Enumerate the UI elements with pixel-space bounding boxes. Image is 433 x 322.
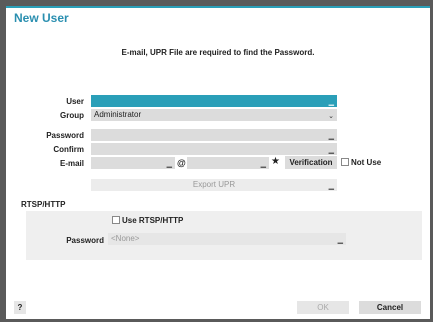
use-rtsp-checkbox[interactable]: Use RTSP/HTTP <box>112 216 183 225</box>
field-caret-icon: ▁ <box>166 161 172 168</box>
cancel-button[interactable]: Cancel <box>359 301 421 314</box>
rtsp-section-title: RTSP/HTTP <box>21 200 66 209</box>
field-caret-icon: ▁ <box>328 183 334 190</box>
confirm-input[interactable]: ▁ <box>91 143 337 155</box>
email-at-sign: @ <box>177 158 186 168</box>
password-input[interactable]: ▁ <box>91 129 337 141</box>
dialog-title: New User <box>14 11 69 25</box>
email-domain-star-icon[interactable]: ★ <box>271 156 280 167</box>
user-input[interactable]: ▁ <box>91 95 337 107</box>
export-upr-button[interactable]: Export UPR ▁ <box>91 179 337 191</box>
help-button[interactable]: ? <box>14 301 26 314</box>
group-value: Administrator <box>94 110 142 119</box>
user-label: User <box>66 97 84 106</box>
rtsp-password-value: <None> <box>111 234 140 243</box>
rtsp-password-label: Password <box>66 236 104 245</box>
rtsp-password-input[interactable]: <None> ▁ <box>108 233 346 245</box>
email-label: E-mail <box>59 159 84 168</box>
not-use-checkbox[interactable]: Not Use <box>341 158 381 167</box>
notice-text: E-mail, UPR File are required to find th… <box>121 48 315 57</box>
group-label: Group <box>60 111 84 120</box>
checkbox-icon <box>112 216 120 224</box>
field-caret-icon: ▁ <box>328 133 334 140</box>
field-caret-icon: ▁ <box>328 99 334 106</box>
field-caret-icon: ▁ <box>260 161 266 168</box>
field-caret-icon: ▁ <box>337 237 343 244</box>
field-caret-icon: ▁ <box>328 147 334 154</box>
verification-button[interactable]: Verification <box>285 156 337 169</box>
new-user-dialog: New User E-mail, UPR File are required t… <box>6 6 430 319</box>
export-upr-label: Export UPR <box>192 180 236 189</box>
not-use-label: Not Use <box>351 158 382 167</box>
checkbox-icon <box>341 158 349 166</box>
ok-button[interactable]: OK <box>297 301 349 314</box>
email-domain-input[interactable]: ▁ <box>187 157 269 169</box>
group-select[interactable]: Administrator ⌄ <box>91 109 337 121</box>
password-label: Password <box>46 131 84 140</box>
email-local-input[interactable]: ▁ <box>91 157 175 169</box>
use-rtsp-label: Use RTSP/HTTP <box>122 216 184 225</box>
chevron-down-icon: ⌄ <box>328 113 334 120</box>
confirm-label: Confirm <box>53 145 84 154</box>
